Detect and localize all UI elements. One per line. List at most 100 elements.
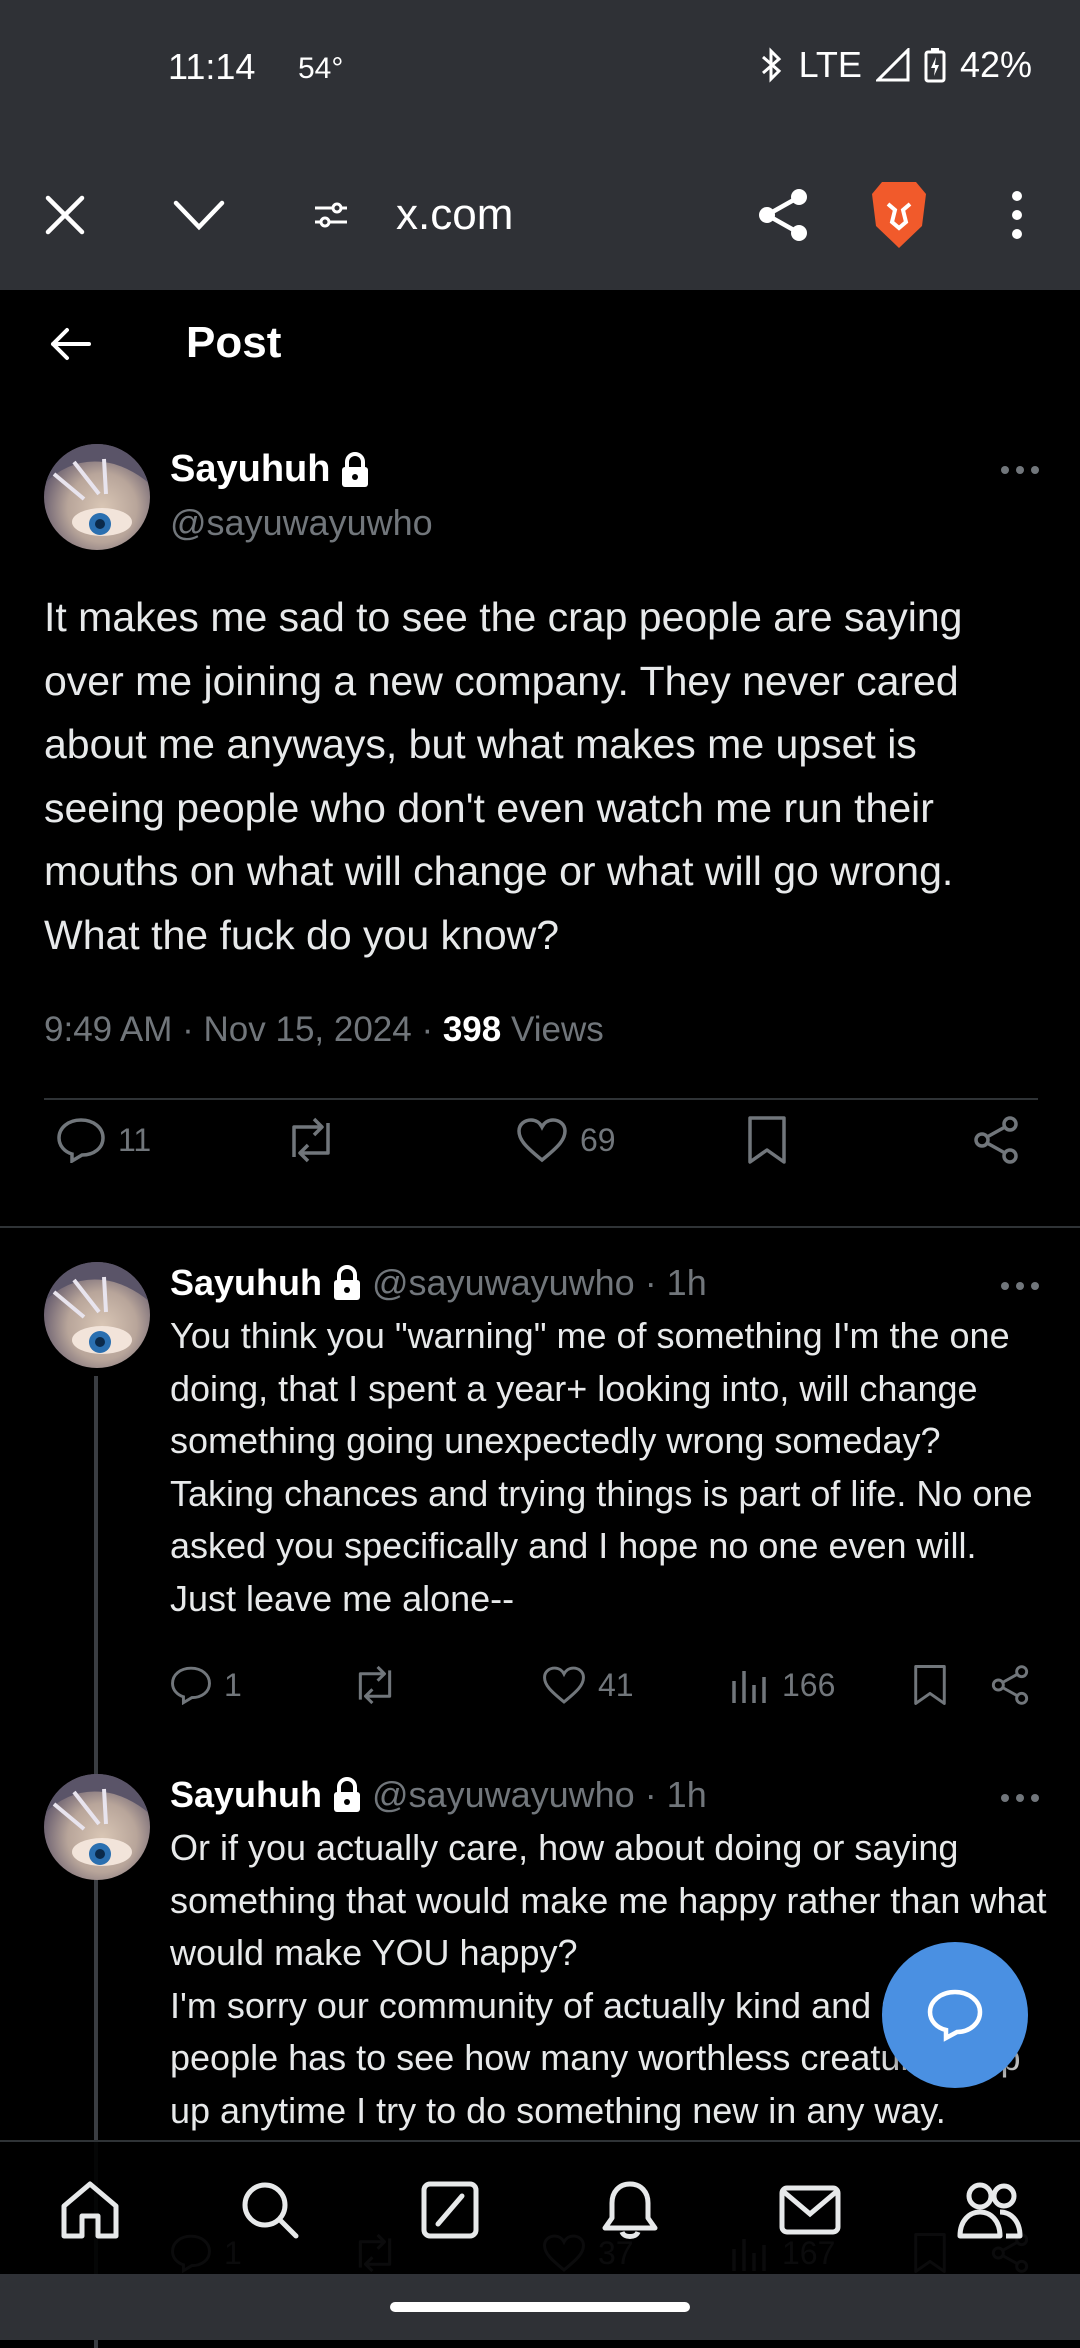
post-timestamp[interactable]: 9:49 AM · Nov 15, 2024 · [44,1010,433,1049]
share-icon [974,1116,1018,1164]
avatar[interactable] [44,1774,150,1880]
post-more-button[interactable] [990,450,1050,490]
author-name-row[interactable]: Sayuhuh [170,448,370,491]
like-count: 69 [580,1121,616,1158]
home-indicator[interactable] [390,2302,690,2312]
minimize-button[interactable] [164,180,234,250]
reply-header: Sayuhuh @sayuwayuwho · 1h [170,1262,707,1304]
heart-icon [543,1666,585,1704]
views-label: Views [510,1010,604,1049]
repost-button[interactable] [282,1117,340,1163]
view-count: 166 [782,1666,836,1703]
nav-communities[interactable] [952,2172,1028,2248]
divider [44,1098,1038,1100]
avatar[interactable] [44,1262,150,1368]
site-settings-button[interactable] [296,180,366,250]
like-button[interactable]: 41 [542,1665,634,1705]
divider [0,1226,1080,1228]
reply-button[interactable]: 11 [56,1117,151,1163]
reply-icon [57,1118,105,1163]
page-title: Post [186,318,282,367]
brave-lion-icon [872,182,926,248]
chevron-down-icon [173,200,225,231]
more-vertical-icon [1012,191,1022,239]
avatar-image [44,1774,150,1866]
close-tab-button[interactable] [30,180,100,250]
bell-icon [602,2181,658,2239]
chat-bubble-icon [927,1989,983,2042]
nav-messages[interactable] [772,2172,848,2248]
avatar-image [44,444,150,536]
lock-icon [334,1265,361,1300]
home-icon [61,2181,119,2239]
like-count: 41 [598,1666,634,1703]
reply-count: 1 [224,1666,242,1703]
bookmark-icon [914,1665,946,1705]
search-icon [242,2182,299,2239]
lock-icon [334,1777,361,1812]
bookmark-button[interactable] [746,1115,788,1165]
reply-actions: 1 41 166 [170,1660,1050,1710]
post-meta: 9:49 AM · Nov 15, 2024 · 398 Views [44,1010,604,1050]
back-button[interactable] [38,312,102,376]
reply-text: You think you "warning" me of something … [170,1315,1033,1619]
bookmark-button[interactable] [912,1664,948,1706]
author-name[interactable]: Sayuhuh [170,1774,322,1816]
signal-icon [875,48,910,82]
reply-more-button[interactable] [990,1266,1050,1306]
views-count: 398 [442,1010,502,1049]
reply-header: Sayuhuh @sayuwayuwho · 1h [170,1774,707,1816]
grok-icon [421,2181,479,2239]
temperature: 54° [298,52,344,85]
nav-grok[interactable] [412,2172,488,2248]
url-field[interactable]: x.com [396,190,513,240]
share-icon [991,1665,1029,1705]
mail-icon [779,2185,841,2235]
tune-icon [315,202,347,228]
status-icons: LTE 42% [757,44,1032,86]
nav-home[interactable] [52,2172,128,2248]
browser-toolbar: x.com [0,140,1080,290]
repost-button[interactable] [350,1665,400,1705]
views-button[interactable]: 166 [730,1665,835,1705]
battery-icon [924,48,946,83]
clock: 11:14 [168,46,256,87]
network-type: LTE [798,44,862,85]
bar-chart-icon [732,1671,766,1703]
avatar-image [44,1262,150,1354]
nav-notifications[interactable] [592,2172,668,2248]
author-name[interactable]: Sayuhuh [170,1262,322,1304]
lock-icon [342,451,369,487]
people-icon [957,2182,1023,2239]
bluetooth-icon [761,47,781,83]
share-button[interactable] [748,180,818,250]
reply-button[interactable]: 1 [170,1665,242,1705]
gesture-bar [0,2274,1080,2340]
like-button[interactable]: 69 [516,1117,616,1163]
close-icon [45,195,85,235]
battery-level: 42% [959,44,1032,85]
share-post-button[interactable] [990,1664,1030,1706]
share-post-button[interactable] [972,1115,1020,1165]
reply-count: 11 [118,1121,152,1158]
author-handle[interactable]: @sayuwayuwho [170,502,433,544]
avatar[interactable] [44,444,150,550]
author-handle[interactable]: @sayuwayuwho · 1h [372,1262,707,1304]
browser-menu-button[interactable] [982,180,1052,250]
repost-icon [358,1665,392,1705]
post-text: It makes me sad to see the crap people a… [44,594,963,958]
more-horizontal-icon [1001,466,1039,474]
arrow-left-icon [51,328,91,360]
status-bar: 11:14 54° LTE 42% [0,0,1080,140]
bookmark-icon [748,1116,786,1164]
more-horizontal-icon [1001,1794,1039,1802]
nav-search[interactable] [232,2172,308,2248]
brave-shields-button[interactable] [864,180,934,250]
heart-icon [517,1118,567,1163]
page-header: Post [0,290,1080,400]
author-handle[interactable]: @sayuwayuwho · 1h [372,1774,707,1816]
reply-more-button[interactable] [990,1778,1050,1818]
reply-icon [171,1666,211,1705]
compose-reply-button[interactable] [882,1942,1028,2088]
repost-icon [292,1117,330,1163]
